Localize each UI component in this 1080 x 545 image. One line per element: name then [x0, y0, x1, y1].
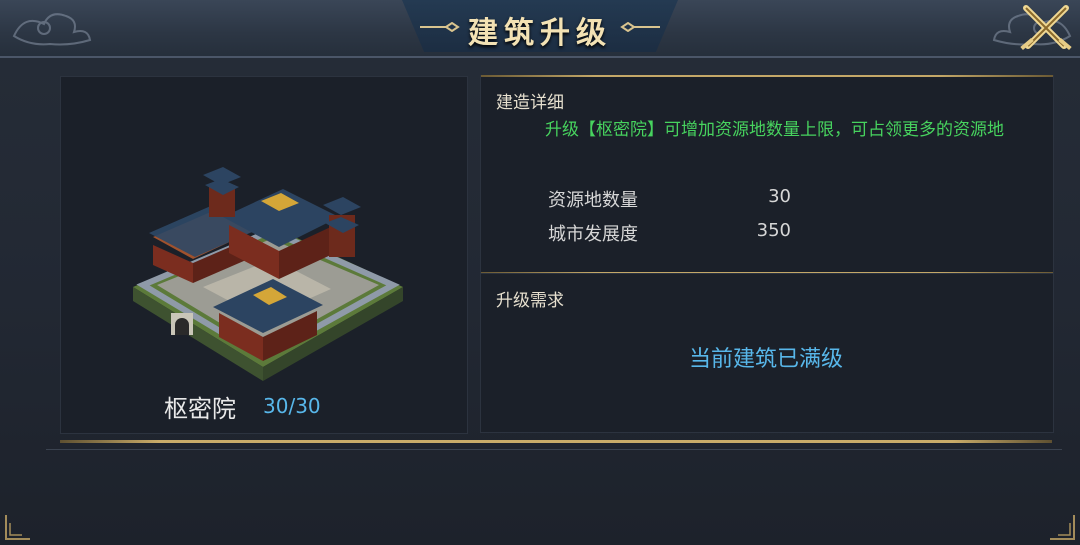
- bottom-divider: [60, 440, 1052, 443]
- bottom-divider-thin: [46, 449, 1062, 450]
- max-level-status: 当前建筑已满级: [688, 347, 843, 372]
- divider: [481, 75, 1053, 77]
- description-text: 升级【枢密院】可增加资源地数量上限，可占领更多的资源地: [545, 120, 1004, 140]
- stat-value-city-development: 350: [756, 220, 791, 241]
- requirements-title: 升级需求: [496, 291, 564, 311]
- close-button[interactable]: [1016, 2, 1076, 54]
- stat-label-city-development: 城市发展度: [548, 224, 638, 245]
- building-image: [133, 167, 403, 381]
- building-name: 枢密院: [164, 395, 236, 423]
- dialog-window: 建筑升级 枢密院 30/30 建造详细 升级【枢密院】可增加资源地数量上限，可占…: [0, 0, 1080, 545]
- corner-ornament-icon: [5, 515, 30, 540]
- ornament-icon: [620, 22, 660, 32]
- building-panel: 枢密院 30/30: [60, 76, 468, 434]
- building-level: 30/30: [263, 394, 321, 418]
- cloud-ornament-icon: [12, 13, 92, 46]
- crossed-swords-close-icon: [1020, 5, 1072, 51]
- stat-label-resource-count: 资源地数量: [548, 190, 638, 211]
- stat-value-resource-count: 30: [768, 186, 791, 207]
- details-title: 建造详细: [496, 93, 564, 113]
- corner-ornament-icon: [1050, 515, 1075, 540]
- title-bar: 建筑升级: [0, 0, 1080, 58]
